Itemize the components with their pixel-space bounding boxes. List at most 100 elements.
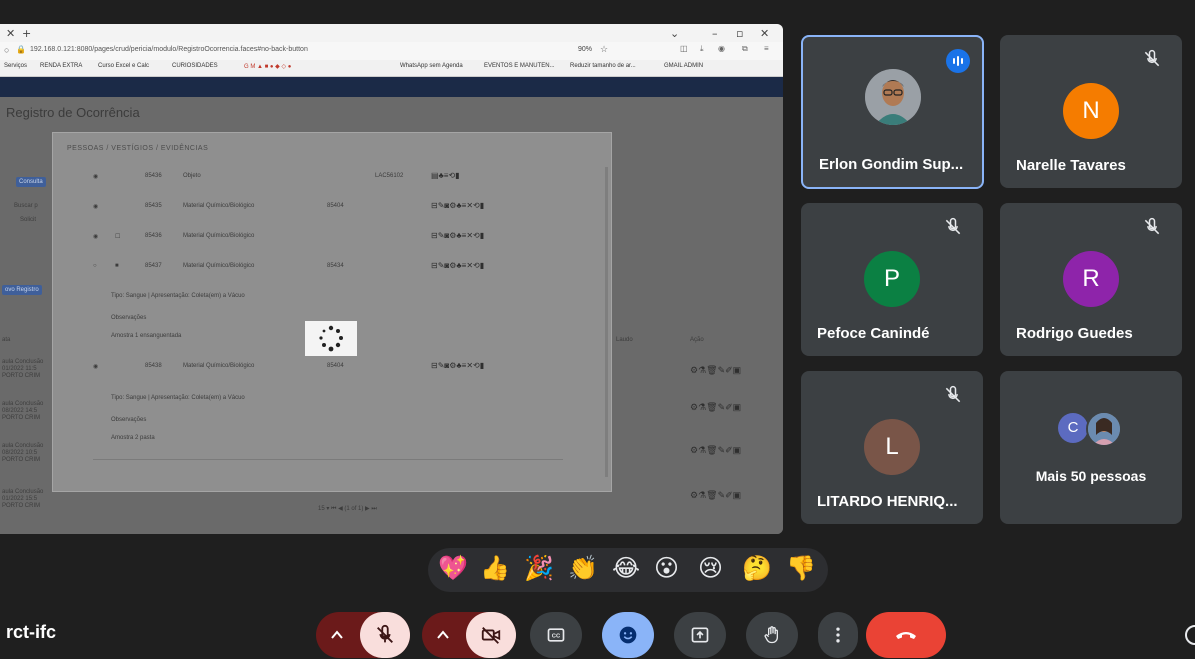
reload-icon[interactable]: ○ bbox=[4, 45, 9, 55]
bookmark-item[interactable]: GMAIL ADMIN bbox=[664, 63, 703, 69]
bookmark-item[interactable]: WhatsApp sem Agenda bbox=[400, 63, 463, 69]
participant-tile[interactable]: N Narelle Tavares bbox=[1000, 35, 1182, 188]
row-checkbox[interactable]: ☐ bbox=[115, 233, 120, 240]
reaction-clap-icon[interactable]: 👏 bbox=[568, 554, 598, 582]
participant-tile[interactable]: R Rodrigo Guedes bbox=[1000, 203, 1182, 356]
reaction-sad-icon[interactable]: 😢 bbox=[698, 554, 723, 582]
raise-hand-button[interactable] bbox=[746, 612, 798, 658]
note-obs-label: Observações bbox=[111, 417, 147, 423]
note-tipo: Tipo: Sangue | Apresentação: Coleta(em) … bbox=[111, 395, 245, 401]
avatar bbox=[865, 69, 921, 125]
table-row[interactable]: ○ ■ 85437 Material Químico/Biológico 854… bbox=[53, 261, 611, 273]
bookmark-item[interactable]: Curso Excel e Calc bbox=[98, 63, 149, 69]
row-actions[interactable]: ⚙⚗🗑✎✐▣ bbox=[690, 402, 741, 413]
row-action-icons[interactable]: ▤♣≡⟲▮ bbox=[431, 171, 460, 180]
expand-icon[interactable]: ◉ bbox=[93, 363, 98, 370]
participant-tile[interactable]: Erlon Gondim Sup... bbox=[801, 35, 984, 189]
modal-scrollbar[interactable] bbox=[605, 167, 608, 477]
participant-name: LITARDO HENRIQ... bbox=[817, 493, 958, 510]
row-action-icons[interactable]: ⊟✎◙⚙♣≡✕⟲▮ bbox=[431, 201, 484, 210]
row-actions[interactable]: ⚙⚗🗑✎✐▣ bbox=[690, 445, 741, 456]
reaction-laugh-icon[interactable]: 😂 bbox=[612, 554, 640, 582]
tab-consulta[interactable]: Consulta bbox=[16, 177, 46, 187]
reactions-button[interactable] bbox=[602, 612, 654, 658]
info-icon[interactable] bbox=[1183, 624, 1195, 646]
hand-icon bbox=[764, 626, 778, 644]
reaction-thumbs-down-icon[interactable]: 👎 bbox=[786, 554, 816, 582]
table-row: aula Conclusão 01/2022 15:5 PORTO CRIM bbox=[2, 489, 44, 509]
reaction-party-icon[interactable]: 🎉 bbox=[524, 554, 554, 582]
solicit-label: Solicit bbox=[20, 217, 37, 223]
minimize-icon[interactable]: – bbox=[712, 27, 718, 40]
more-options-button[interactable] bbox=[818, 612, 858, 658]
table-row[interactable]: ◉ ☐ 85436 Material Químico/Biológico ⊟✎◙… bbox=[53, 231, 611, 243]
reaction-heart-icon[interactable]: 💖 bbox=[438, 554, 468, 582]
end-call-icon bbox=[896, 632, 916, 639]
more-vert-icon bbox=[836, 627, 840, 643]
avatar: C bbox=[1058, 413, 1088, 443]
table-row: aula Conclusão 08/2022 10:5 PORTO CRIM bbox=[2, 443, 44, 463]
table-row[interactable]: ◉ 85436 Objeto LAC56102 ▤♣≡⟲▮ bbox=[53, 171, 611, 183]
address-bar[interactable]: ○ 🔒 192.168.0.121:8080/pages/crud/perici… bbox=[0, 42, 783, 60]
avatar: P bbox=[864, 251, 920, 307]
mic-toggle-button[interactable] bbox=[360, 612, 410, 658]
bookmark-item[interactable]: RENDA EXTRA bbox=[40, 63, 82, 69]
mic-options-chevron-icon[interactable] bbox=[322, 622, 352, 648]
reaction-thinking-icon[interactable]: 🤔 bbox=[742, 554, 772, 582]
mic-off-icon bbox=[377, 624, 393, 643]
captions-button[interactable]: CC bbox=[530, 612, 582, 658]
close-tab-icon[interactable]: ✕ bbox=[6, 27, 15, 40]
meeting-code: rct-ifc bbox=[6, 622, 57, 642]
table-row[interactable]: ◉ 85435 Material Químico/Biológico 85404… bbox=[53, 201, 611, 213]
row-action-icons[interactable]: ⊟✎◙⚙♣≡✕⟲▮ bbox=[431, 361, 484, 370]
bookmark-item[interactable]: Serviços bbox=[4, 63, 27, 69]
pocket-icon[interactable]: ◫ bbox=[680, 44, 688, 53]
url-text[interactable]: 192.168.0.121:8080/pages/crud/pericia/mo… bbox=[30, 46, 308, 53]
evidence-modal: PESSOAS / VESTÍGIOS / EVIDÊNCIAS ◉ 85436… bbox=[52, 132, 612, 492]
row-action-icons[interactable]: ⊟✎◙⚙♣≡✕⟲▮ bbox=[431, 261, 484, 270]
participant-tile[interactable]: L LITARDO HENRIQ... bbox=[801, 371, 983, 524]
extensions-icon[interactable]: ⧉ bbox=[742, 44, 748, 54]
note-obs-label: Observações bbox=[111, 315, 147, 321]
download-icon[interactable]: ⤓ bbox=[700, 44, 704, 54]
bookmarks-bar: Serviços RENDA EXTRA Curso Excel e Calc … bbox=[0, 60, 783, 77]
avatar: N bbox=[1063, 83, 1119, 139]
row-action-icons[interactable]: ⊟✎◙⚙♣≡✕⟲▮ bbox=[431, 231, 484, 240]
mic-off-icon bbox=[1142, 49, 1168, 75]
table-row[interactable]: ◉ 85438 Material Químico/Biológico 85404… bbox=[53, 361, 611, 373]
bookmark-item[interactable]: Reduzir tamanho de ar... bbox=[570, 63, 636, 69]
close-window-icon[interactable]: ✕ bbox=[760, 27, 769, 40]
end-call-button[interactable] bbox=[866, 612, 946, 658]
chevron-down-icon[interactable]: ⌄ bbox=[670, 27, 679, 40]
expand-icon[interactable]: ◉ bbox=[93, 233, 98, 240]
novo-registro-button[interactable]: ovo Registro bbox=[2, 285, 42, 295]
pagination[interactable]: 15 ▾ ⏮ ◀ (1 of 1) ▶ ⏭ bbox=[318, 505, 377, 513]
row-actions[interactable]: ⚙⚗🗑✎✐▣ bbox=[690, 365, 741, 376]
camera-toggle-button[interactable] bbox=[466, 612, 516, 658]
reaction-thumbs-up-icon[interactable]: 👍 bbox=[480, 554, 510, 582]
present-screen-button[interactable] bbox=[674, 612, 726, 658]
app-header bbox=[0, 77, 783, 97]
closed-captions-icon: CC bbox=[547, 628, 565, 642]
participant-tile[interactable]: P Pefoce Canindé bbox=[801, 203, 983, 356]
menu-icon[interactable]: ≡ bbox=[764, 44, 769, 53]
maximize-icon[interactable]: ▫ bbox=[736, 27, 743, 40]
expand-icon[interactable]: ◉ bbox=[93, 203, 98, 210]
bookmark-item[interactable]: EVENTOS E MANUTEN... bbox=[484, 63, 555, 69]
zoom-level[interactable]: 90% bbox=[578, 46, 592, 53]
more-participants-tile[interactable]: C Mais 50 pessoas bbox=[1000, 371, 1182, 524]
expand-icon[interactable]: ◉ bbox=[93, 173, 98, 180]
emoji-icon bbox=[619, 626, 637, 644]
speaking-indicator-icon bbox=[946, 49, 970, 73]
star-icon[interactable]: ☆ bbox=[600, 44, 608, 55]
bookmark-icons: G M ▲ ■ ● ◆ ◇ ● bbox=[244, 64, 292, 70]
note-obs: Amostra 2 pasta bbox=[111, 435, 155, 441]
bookmark-item[interactable]: CURIOSIDADES bbox=[172, 63, 218, 69]
new-tab-icon[interactable]: + bbox=[22, 27, 31, 40]
camera-options-chevron-icon[interactable] bbox=[428, 622, 458, 648]
account-icon[interactable]: ◉ bbox=[718, 44, 725, 53]
reaction-surprised-icon[interactable]: 😮 bbox=[654, 554, 679, 582]
row-actions[interactable]: ⚙⚗🗑✎✐▣ bbox=[690, 490, 741, 501]
collapse-icon[interactable]: ○ bbox=[93, 263, 97, 269]
row-checkbox[interactable]: ■ bbox=[115, 263, 119, 269]
